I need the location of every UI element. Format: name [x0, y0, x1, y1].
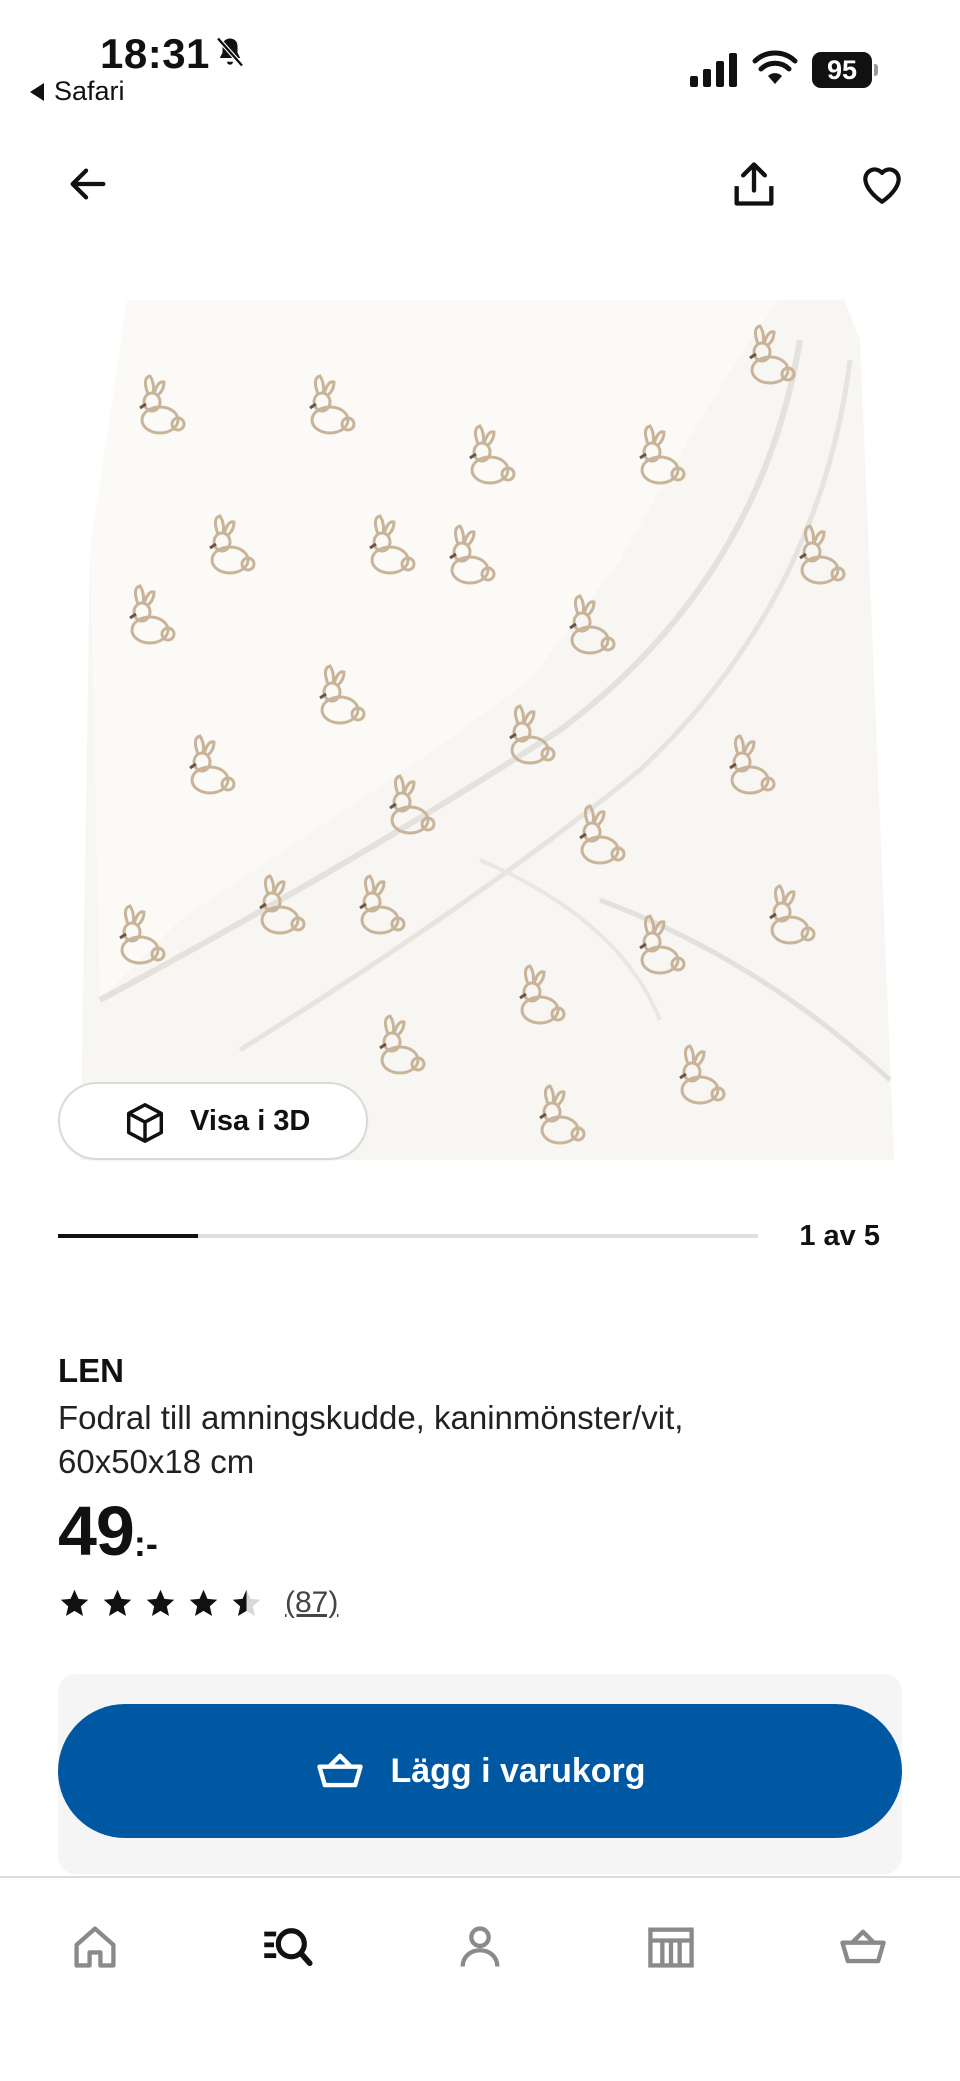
tab-home[interactable]: [60, 1912, 130, 1982]
star-icon: [146, 1589, 175, 1616]
battery-tip: [874, 64, 878, 76]
status-time: 18:31: [100, 30, 210, 77]
star-icon: [103, 1589, 132, 1616]
tab-search[interactable]: [252, 1912, 322, 1982]
star-icon: [60, 1589, 89, 1616]
person-icon: [460, 1926, 500, 1967]
add-to-cart-label: Lägg i varukorg: [390, 1751, 646, 1790]
heart-icon: [863, 167, 901, 204]
image-carousel-progress-fill: [58, 1234, 198, 1238]
favorite-button[interactable]: [852, 154, 912, 214]
search-icon: [264, 1928, 313, 1967]
back-app-label: Safari: [54, 76, 125, 106]
star-icon: [189, 1589, 218, 1616]
home-icon: [74, 1926, 116, 1968]
signal-icon: [690, 53, 737, 87]
cube-icon: [126, 1103, 164, 1143]
add-to-cart-button[interactable]: Lägg i varukorg: [58, 1704, 902, 1838]
star-icon: [232, 1589, 261, 1616]
product-description: Fodral till amningskudde, kaninmönster/v…: [58, 1399, 684, 1480]
price-suffix: :-: [133, 1523, 158, 1564]
tab-cart[interactable]: [828, 1912, 898, 1982]
battery-indicator: 95: [812, 52, 878, 88]
view-3d-label: Visa i 3D: [190, 1104, 311, 1137]
bell-off-icon: [216, 37, 244, 67]
back-button[interactable]: [58, 154, 118, 214]
price-value: 49: [58, 1492, 135, 1570]
basket-icon: [840, 1929, 886, 1964]
back-to-app[interactable]: Safari: [30, 76, 125, 107]
share-button[interactable]: [724, 154, 784, 214]
back-triangle-icon: [30, 82, 44, 101]
tab-store[interactable]: [636, 1912, 706, 1982]
product-image[interactable]: [60, 300, 900, 1160]
image-carousel-progress: [58, 1234, 758, 1238]
store-icon: [648, 1927, 694, 1968]
wifi-icon: [752, 50, 798, 84]
tab-profile[interactable]: [445, 1912, 515, 1982]
product-brand: LEN: [58, 1352, 124, 1389]
bottom-tab-bar: [0, 1876, 960, 2081]
status-bar: 18:31 Safari 95: [0, 0, 960, 110]
image-counter: 1 av 5: [799, 1220, 880, 1252]
product-rating[interactable]: (87): [58, 1586, 338, 1620]
share-icon: [734, 162, 774, 206]
arrow-left-icon: [70, 168, 106, 200]
product-price: 49 :-: [58, 1496, 158, 1566]
review-count-link[interactable]: (87): [285, 1586, 338, 1620]
view-3d-button[interactable]: Visa i 3D: [58, 1082, 368, 1160]
battery-level: 95: [812, 52, 872, 88]
basket-icon: [317, 1753, 364, 1788]
